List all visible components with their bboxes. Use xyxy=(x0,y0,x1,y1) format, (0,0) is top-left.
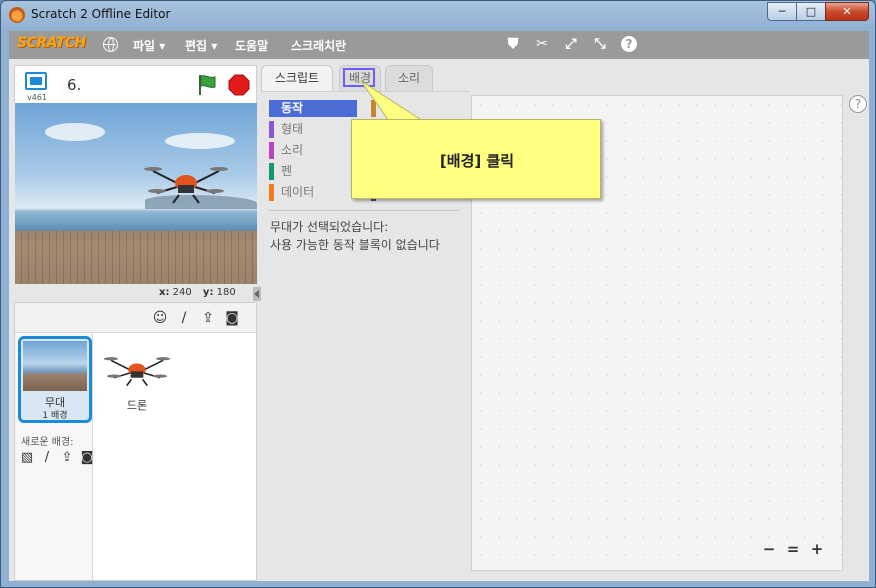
x-value: 240 xyxy=(172,287,192,298)
category-label: 소리 xyxy=(281,143,304,157)
drone-thumbnail-icon xyxy=(103,357,171,387)
app-window: Scratch 2 Offline Editor ─ □ ✕ SCRATCH 파… xyxy=(0,0,876,588)
sprite-tile-drone[interactable]: 드론 xyxy=(101,341,173,413)
stage-thumbnail[interactable]: 무대 1 배경 xyxy=(18,336,92,423)
cloud-shape xyxy=(165,133,235,149)
project-title[interactable]: 6. xyxy=(67,76,81,94)
zoom-in-icon[interactable]: + xyxy=(807,539,827,559)
drone-sprite[interactable] xyxy=(143,157,229,207)
category-color-bar xyxy=(269,163,274,180)
palette-divider xyxy=(269,210,459,211)
category-color-bar xyxy=(269,121,274,138)
zoom-controls: − = + xyxy=(759,539,827,559)
window-title: Scratch 2 Offline Editor xyxy=(31,7,171,21)
green-flag-icon[interactable] xyxy=(197,74,217,96)
category-color-bar xyxy=(269,184,274,201)
language-globe-icon[interactable] xyxy=(103,37,118,52)
new-backdrop-label: 새로운 배경: xyxy=(21,437,74,448)
choose-backdrop-icon[interactable]: ▧ xyxy=(19,451,35,465)
minimize-button[interactable]: ─ xyxy=(767,2,797,21)
scratch-cat-icon xyxy=(9,7,25,23)
presentation-mode-icon[interactable] xyxy=(25,72,47,90)
category-color-bar xyxy=(269,142,274,159)
menu-edit[interactable]: 편집 ▾ xyxy=(185,37,217,54)
category-label: 데이터 xyxy=(281,185,315,199)
menu-file[interactable]: 파일 ▾ xyxy=(133,37,165,54)
grow-icon[interactable]: ⤢ xyxy=(563,36,579,52)
help-icon[interactable]: ? xyxy=(621,36,637,52)
sprite-library-panel: ☺ / ⇪ ◙ 무대 1 배경 새로운 배경: ▧ / ⇪ ◙ 드론 xyxy=(14,302,257,581)
category-looks[interactable]: 형태 xyxy=(269,121,357,138)
collapse-stage-arrow-icon[interactable] xyxy=(253,287,261,301)
boardwalk-shape xyxy=(15,231,257,284)
menu-help[interactable]: 도움말 xyxy=(235,37,268,54)
shrink-icon[interactable]: ⤡ xyxy=(592,36,608,52)
help-icon[interactable]: ? xyxy=(849,95,867,113)
menu-bar: SCRATCH 파일 ▾ 편집 ▾ 도움말 스크래치란 ⛊ ✂ ⤢ ⤡ ? xyxy=(9,31,869,59)
maximize-button[interactable]: □ xyxy=(796,2,826,21)
category-data[interactable]: 데이터 xyxy=(269,184,357,201)
category-pen[interactable]: 펜 xyxy=(269,163,357,180)
sprite-name: 드론 xyxy=(126,399,148,412)
y-value: 180 xyxy=(216,287,236,298)
paint-backdrop-icon[interactable]: / xyxy=(39,451,55,465)
stop-icon[interactable] xyxy=(228,74,250,96)
cursor-tools: ⛊ ✂ ⤢ ⤡ ? xyxy=(505,36,637,52)
zoom-out-icon[interactable]: − xyxy=(759,539,779,559)
stage-header: v461 6. xyxy=(14,65,257,103)
upload-sprite-icon[interactable]: ⇪ xyxy=(199,309,217,327)
tab-scripts[interactable]: 스크립트 xyxy=(261,65,333,92)
stage-backdrop-count: 1 배경 xyxy=(42,411,68,421)
close-button[interactable]: ✕ xyxy=(825,2,869,21)
stage-column: 무대 1 배경 새로운 배경: ▧ / ⇪ ◙ xyxy=(15,333,93,580)
x-label: x: xyxy=(159,287,170,298)
menu-about[interactable]: 스크래치란 xyxy=(291,37,346,54)
scratch-logo[interactable]: SCRATCH xyxy=(17,35,86,51)
paint-sprite-icon[interactable]: / xyxy=(175,309,193,327)
category-label: 형태 xyxy=(281,122,304,136)
camera-backdrop-icon[interactable]: ◙ xyxy=(79,451,95,465)
category-label: 펜 xyxy=(281,164,293,178)
version-label: v461 xyxy=(27,93,48,102)
category-sound[interactable]: 소리 xyxy=(269,142,357,159)
category-label: 동작 xyxy=(281,101,304,115)
zoom-reset-icon[interactable]: = xyxy=(783,539,803,559)
choose-sprite-icon[interactable]: ☺ xyxy=(151,309,169,327)
y-label: y: xyxy=(202,287,214,298)
title-bar[interactable]: Scratch 2 Offline Editor ─ □ ✕ xyxy=(1,1,875,29)
delete-tool-icon[interactable]: ✂ xyxy=(534,36,550,52)
stamp-icon[interactable]: ⛊ xyxy=(505,36,521,52)
cloud-shape xyxy=(45,123,105,141)
palette-message: 무대가 선택되었습니다: 사용 가능한 동작 블록이 없습니다 xyxy=(270,218,440,254)
stage-thumbnail-image xyxy=(23,341,87,391)
camera-sprite-icon[interactable]: ◙ xyxy=(223,309,241,327)
callout-text: [배경] 클릭 xyxy=(439,152,515,170)
stage-canvas[interactable] xyxy=(15,103,257,284)
new-sprite-toolbar: ☺ / ⇪ ◙ xyxy=(15,303,256,333)
palette-message-line2: 사용 가능한 동작 블록이 없습니다 xyxy=(270,238,440,252)
category-motion[interactable]: 동작 xyxy=(269,100,357,117)
new-backdrop-tools: ▧ / ⇪ ◙ xyxy=(19,451,95,465)
upload-backdrop-icon[interactable]: ⇪ xyxy=(59,451,75,465)
mouse-coordinates: x: 240 y: 180 xyxy=(159,287,244,298)
palette-message-line1: 무대가 선택되었습니다: xyxy=(270,220,389,234)
window-controls: ─ □ ✕ xyxy=(767,2,869,21)
instruction-callout: [배경] 클릭 xyxy=(351,119,601,199)
